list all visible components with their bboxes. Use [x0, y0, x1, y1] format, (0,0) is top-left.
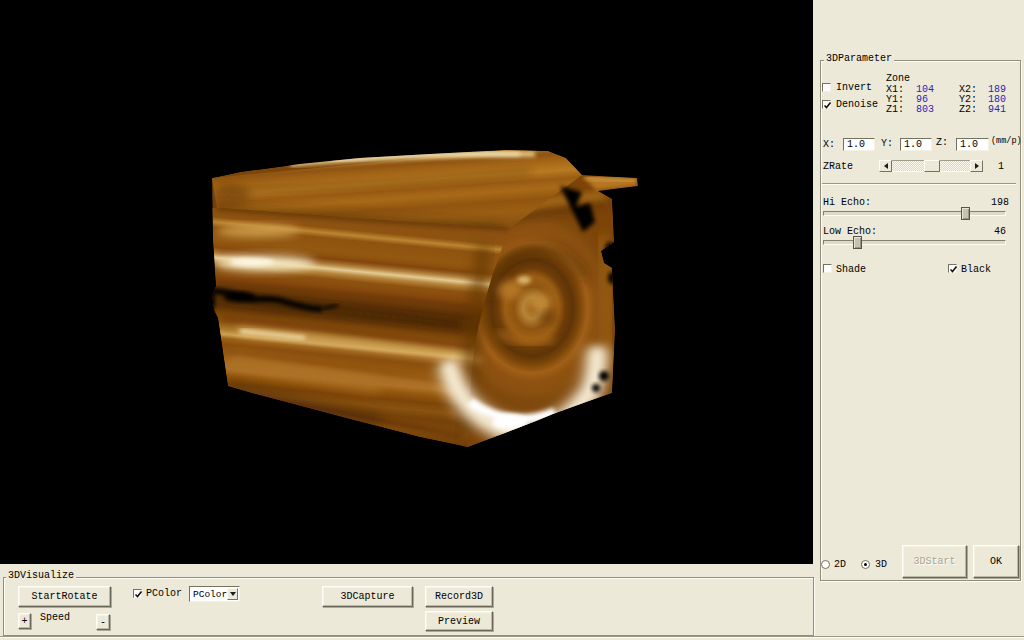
- mode-2d-radio[interactable]: [821, 560, 830, 569]
- app-window: 3DParameter Invert Denoise Zone X1: 104 …: [0, 0, 1024, 640]
- start3d-button-label: 3DStart: [913, 556, 955, 567]
- scroll-left-icon: [881, 163, 888, 169]
- start-rotate-button-label: StartRotate: [31, 591, 97, 602]
- zrate-scrollbar-thumb[interactable]: [924, 160, 940, 172]
- record-button-label: Record3D: [435, 591, 483, 602]
- pcolor-label: PColor: [146, 589, 182, 599]
- bottom-edge-line: [0, 636, 1024, 638]
- pcolor-dropdown-value: PColor: [193, 590, 227, 600]
- capture-button[interactable]: 3DCapture: [322, 586, 413, 607]
- low-echo-slider-thumb[interactable]: [853, 236, 862, 249]
- zrate-scrollbar[interactable]: [879, 160, 983, 172]
- check-icon: [948, 264, 959, 275]
- y-spacing-input[interactable]: [900, 138, 932, 151]
- z-spacing-label: Z:: [936, 138, 948, 148]
- low-echo-value: 46: [994, 227, 1006, 237]
- dropdown-arrow-icon: [230, 592, 236, 599]
- zone-title: Zone: [886, 74, 910, 84]
- denoise-label: Denoise: [836, 100, 878, 110]
- ok-button-label: OK: [990, 556, 1002, 567]
- zrate-scroll-right-button[interactable]: [970, 160, 983, 172]
- mode-2d-label: 2D: [834, 560, 846, 570]
- scroll-right-icon: [975, 163, 982, 169]
- check-icon: [822, 100, 833, 111]
- black-checkbox[interactable]: [948, 264, 957, 273]
- invert-checkbox[interactable]: [822, 83, 831, 92]
- zrate-label: ZRate: [823, 162, 853, 172]
- low-echo-slider-track[interactable]: [823, 240, 1006, 245]
- visualize-groupbox-title: 3DVisualize: [6, 571, 76, 581]
- hi-echo-slider-thumb[interactable]: [961, 207, 970, 220]
- x-spacing-input[interactable]: [843, 138, 875, 151]
- check-icon: [133, 589, 144, 600]
- pcolor-dropdown-button[interactable]: [227, 588, 238, 600]
- x-spacing-label: X:: [823, 140, 835, 150]
- zrate-value: 1: [998, 162, 1004, 172]
- hi-echo-value: 198: [991, 198, 1009, 208]
- mode-3d-label: 3D: [875, 560, 887, 570]
- speed-plus-button[interactable]: +: [18, 613, 31, 629]
- low-echo-label: Low Echo:: [823, 227, 877, 237]
- volume-render: [0, 0, 813, 564]
- ok-button[interactable]: OK: [973, 545, 1019, 578]
- y-spacing-label: Y:: [881, 139, 893, 149]
- preview-button-label: Preview: [438, 616, 480, 627]
- 3d-viewport[interactable]: [0, 0, 813, 564]
- spacing-unit-label: (mm/p): [991, 136, 1022, 146]
- hi-echo-slider-track[interactable]: [823, 211, 1006, 216]
- radio-dot: [864, 563, 867, 566]
- speed-label: Speed: [40, 613, 70, 623]
- mode-3d-radio[interactable]: [861, 560, 870, 569]
- speed-minus-label: -: [100, 617, 106, 628]
- hi-echo-label: Hi Echo:: [823, 198, 871, 208]
- zone-z2-label: Z2:: [959, 105, 977, 115]
- separator-line: [822, 183, 1016, 185]
- zrate-scroll-left-button[interactable]: [879, 160, 892, 172]
- param-groupbox-title: 3DParameter: [824, 54, 894, 64]
- preview-button[interactable]: Preview: [425, 611, 493, 631]
- zone-z1-value: 803: [916, 105, 934, 115]
- denoise-checkbox[interactable]: [822, 100, 831, 109]
- capture-button-label: 3DCapture: [340, 591, 394, 602]
- invert-label: Invert: [836, 83, 872, 93]
- zone-z1-label: Z1:: [886, 105, 904, 115]
- black-label: Black: [961, 265, 991, 275]
- pcolor-checkbox[interactable]: [133, 589, 142, 598]
- shade-label: Shade: [836, 265, 866, 275]
- shade-checkbox[interactable]: [823, 264, 832, 273]
- record-button[interactable]: Record3D: [425, 586, 493, 607]
- z-spacing-input[interactable]: [956, 138, 989, 151]
- speed-plus-label: +: [21, 616, 27, 627]
- zone-z2-value: 941: [988, 105, 1006, 115]
- pcolor-dropdown[interactable]: PColor: [189, 586, 240, 602]
- start3d-button[interactable]: 3DStart: [902, 545, 967, 578]
- speed-minus-button[interactable]: -: [96, 614, 110, 630]
- start-rotate-button[interactable]: StartRotate: [18, 586, 111, 607]
